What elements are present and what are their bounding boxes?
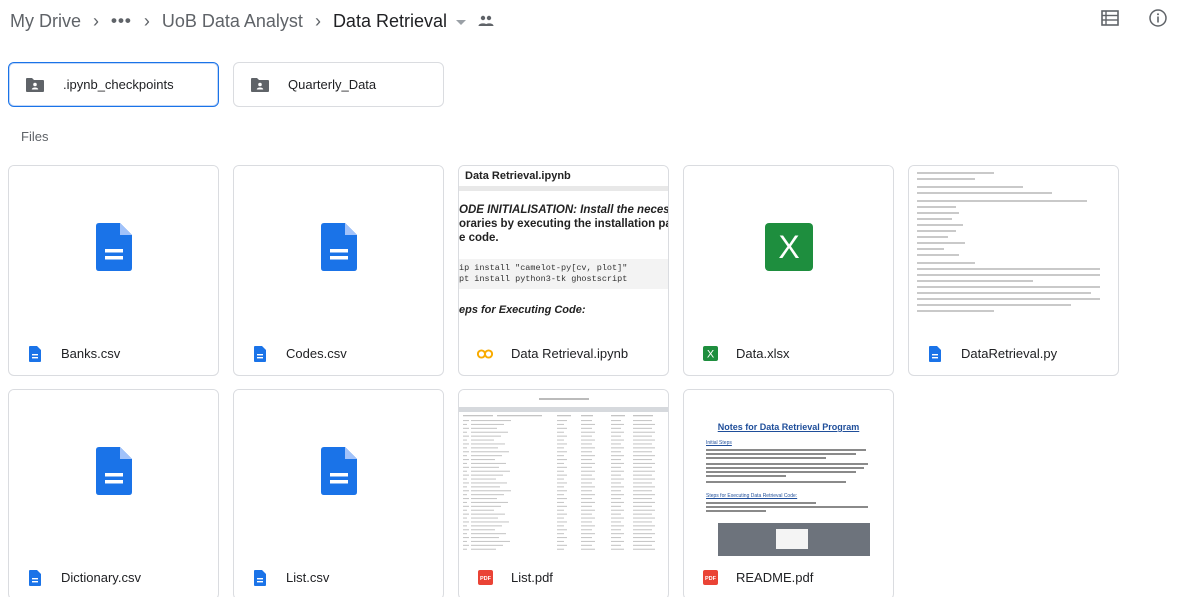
file-thumbnail [234,166,443,332]
file-thumbnail [9,166,218,332]
file-name: List.csv [286,570,330,585]
breadcrumb-separator-icon: › [314,10,321,31]
notebook-preview-code: ip install "camelot-py[cv, plot]" pt ins… [459,259,668,289]
file-thumbnail [234,390,443,556]
pdf-table-preview-thumbnail [459,390,668,556]
file-card-dataretrieval-py[interactable]: DataRetrieval.py [908,165,1119,376]
folder-name: Quarterly_Data [288,77,377,92]
info-icon[interactable] [1148,8,1168,28]
google-docs-large-icon [320,446,357,500]
notebook-preview-heading: oraries by executing the installation pa… [459,218,668,230]
doc-file-icon [27,569,43,586]
notebook-code-line: ip install "camelot-py[cv, plot]" [459,263,628,273]
file-name: Codes.csv [286,346,347,361]
notebook-preview-heading: e code. [459,232,499,244]
files-section-label: Files [21,129,49,144]
file-card-list-pdf[interactable]: PDF List.pdf [458,389,669,597]
excel-large-icon: X [764,222,813,276]
readme-preview-section: Steps for Executing Data Retrieval Code: [706,493,798,499]
file-card-codes-csv[interactable]: Codes.csv [233,165,444,376]
file-name: DataRetrieval.py [961,346,1058,361]
shared-people-icon [478,15,494,27]
doc-file-icon [252,569,268,586]
file-name: Data Retrieval.ipynb [511,346,629,361]
breadcrumb: My Drive › ••• › UoB Data Analyst › Data… [10,8,494,34]
readme-preview-thumbnail: Notes for Data Retrieval Program Initial… [684,390,893,556]
header: My Drive › ••• › UoB Data Analyst › Data… [0,0,1180,44]
file-name: List.pdf [511,570,553,585]
folder-ipynb-checkpoints[interactable]: .ipynb_checkpoints [8,62,219,107]
breadcrumb-separator-icon: › [143,10,150,31]
google-docs-large-icon [95,446,132,500]
file-card-readme-pdf[interactable]: Notes for Data Retrieval Program Initial… [683,389,894,597]
text-preview-thumbnail [909,166,1118,332]
breadcrumb-separator-icon: › [93,10,99,31]
file-name: Dictionary.csv [61,570,141,585]
notebook-preview-thumbnail: Data Retrieval.ipynb ODE INITIALISATION:… [459,166,668,332]
header-actions [1100,8,1168,28]
shared-folder-icon [250,77,270,93]
readme-preview-screenshot [718,523,870,556]
file-thumbnail [9,390,218,556]
file-card-data-retrieval-ipynb[interactable]: Data Retrieval.ipynb ODE INITIALISATION:… [458,165,669,376]
text-preview-lines [909,166,1118,322]
notebook-preview-steps: eps for Executing Code: [459,304,586,316]
pdf-table-preview [459,398,668,550]
notebook-code-line: pt install python3-tk ghostscript [459,274,628,284]
readme-preview-title: Notes for Data Retrieval Program [717,422,860,432]
file-card-banks-csv[interactable]: Banks.csv [8,165,219,376]
folder-name: .ipynb_checkpoints [63,77,174,92]
excel-letter: X [706,349,714,361]
file-name: README.pdf [736,570,814,585]
breadcrumb-more-icon[interactable]: ••• [111,11,132,31]
folder-quarterly-data[interactable]: Quarterly_Data [233,62,444,107]
file-card-data-xlsx[interactable]: X X Data.xlsx [683,165,894,376]
readme-preview-section: Initial Steps [706,440,732,446]
notebook-preview-heading: ODE INITIALISATION: Install the necessar [459,204,668,216]
excel-file-icon: X [702,346,718,362]
colab-icon [477,346,493,362]
google-docs-large-icon [320,222,357,276]
doc-file-icon [927,345,943,362]
doc-file-icon [27,345,43,362]
file-thumbnail: X [684,166,893,332]
breadcrumb-my-drive[interactable]: My Drive [10,11,81,32]
pdf-file-icon: PDF [702,570,718,586]
shared-folder-icon [25,77,45,93]
excel-letter: X [778,229,799,265]
file-card-list-csv[interactable]: List.csv [233,389,444,597]
file-name: Banks.csv [61,346,121,361]
google-docs-large-icon [95,222,132,276]
file-name: Data.xlsx [736,346,790,361]
breadcrumb-current-folder[interactable]: Data Retrieval [333,11,447,32]
pdf-label: PDF [480,576,492,582]
notebook-preview-title: Data Retrieval.ipynb [465,170,571,182]
breadcrumb-uob-data-analyst[interactable]: UoB Data Analyst [162,11,303,32]
chevron-down-icon[interactable] [455,19,466,25]
pdf-label: PDF [705,576,717,582]
list-view-icon[interactable] [1100,8,1120,28]
doc-file-icon [252,345,268,362]
pdf-file-icon: PDF [477,570,493,586]
file-card-dictionary-csv[interactable]: Dictionary.csv [8,389,219,597]
